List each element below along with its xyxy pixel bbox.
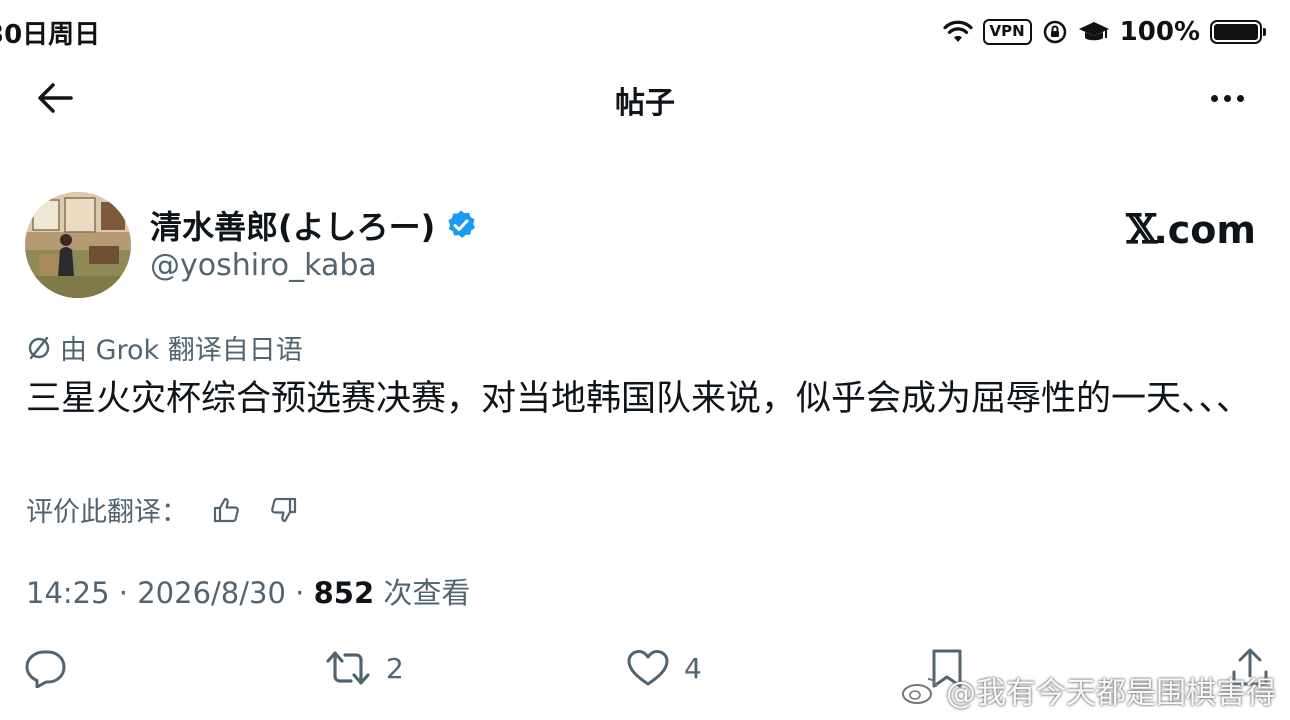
more-options-button[interactable]: [1202, 80, 1252, 116]
avatar[interactable]: [25, 192, 131, 298]
vpn-badge: VPN: [982, 19, 1032, 45]
thumbs-up-button[interactable]: [206, 492, 246, 528]
retweet-count: 2: [386, 651, 404, 685]
meta-separator: ·: [118, 576, 129, 610]
avatar-photo: [25, 192, 131, 298]
post-time: 14:25: [26, 576, 110, 610]
graduation-cap-icon: [1078, 22, 1109, 41]
view-count: 852: [313, 576, 375, 610]
weibo-watermark: @我有今天都是围棋害得: [900, 668, 1276, 712]
author-display-name[interactable]: 清水善郎(よしろー): [150, 202, 435, 248]
wifi-icon: [942, 20, 973, 42]
heart-icon: [627, 650, 669, 686]
author-name-row[interactable]: 清水善郎(よしろー): [150, 202, 477, 248]
like-button[interactable]: 4: [626, 640, 702, 696]
rate-translation-row: 评价此翻译：: [26, 490, 304, 529]
brand-domain: .com: [1153, 207, 1256, 252]
battery-percentage: 100%: [1119, 17, 1200, 47]
orientation-lock-icon: [1043, 20, 1066, 44]
translation-note: 由 Grok 翻译自日语: [26, 328, 303, 367]
thumbs-down-icon: [271, 497, 297, 522]
author-handle[interactable]: @yoshiro_kaba: [150, 248, 377, 283]
watermark-text: @我有今天都是围棋害得: [946, 676, 1276, 711]
status-icons: VPN 100%: [942, 12, 1266, 52]
translation-note-text: 由 Grok 翻译自日语: [60, 335, 303, 366]
more-dot-icon: [1236, 94, 1244, 102]
reply-icon: [25, 650, 66, 688]
battery-icon: [1210, 20, 1266, 44]
post-meta: 14:25 · 2026/8/30 · 852 次查看: [26, 570, 470, 612]
thumbs-down-button[interactable]: [264, 492, 304, 528]
weibo-logo-icon: [902, 678, 937, 704]
rate-translation-label: 评价此翻译：: [26, 497, 188, 528]
page-title: 帖子: [615, 86, 675, 121]
meta-separator: ·: [295, 576, 305, 610]
status-time: 30日周日: [0, 20, 101, 50]
view-count-label: 次查看: [383, 576, 471, 610]
reply-button[interactable]: [24, 640, 68, 696]
battery-fill: [1214, 24, 1258, 40]
more-dot-icon: [1210, 94, 1218, 102]
post-text: 三星火灾杯综合预选赛决赛，对当地韩国队来说，似乎会成为屈辱性的一天、、、: [26, 379, 1252, 419]
verified-badge-icon: [448, 210, 476, 238]
retweet-button[interactable]: 2: [324, 640, 404, 696]
more-dot-icon: [1223, 94, 1231, 102]
like-count: 4: [684, 651, 702, 685]
post-date: 2026/8/30: [137, 576, 286, 610]
translate-icon: [28, 336, 50, 359]
retweet-icon: [326, 651, 370, 685]
x-com-logo: 𝕏 .com: [1126, 206, 1256, 253]
thumbs-up-icon: [213, 497, 239, 522]
